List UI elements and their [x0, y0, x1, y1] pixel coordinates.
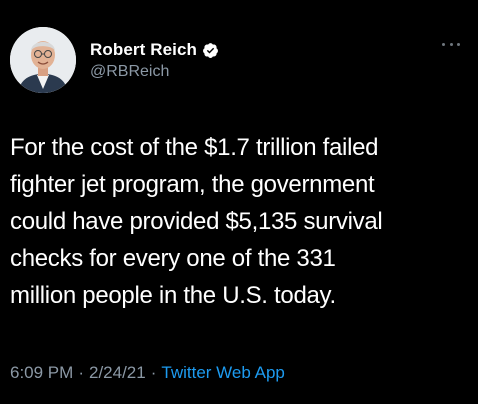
- more-dot: [442, 42, 445, 46]
- tweet-source-app[interactable]: Twitter Web App: [161, 363, 284, 383]
- author-display-name[interactable]: Robert Reich: [90, 40, 197, 60]
- more-options-icon[interactable]: [442, 41, 460, 47]
- author-name-row: Robert Reich: [90, 39, 219, 61]
- tweet-text-line: could have provided $5,135 survival: [10, 208, 383, 235]
- tweet-date[interactable]: 2/24/21: [89, 363, 146, 383]
- tweet-metadata: 6:09 PM · 2/24/21 · Twitter Web App: [10, 363, 285, 383]
- more-dot: [457, 42, 460, 46]
- author-handle[interactable]: @RBReich: [90, 63, 219, 81]
- tweet-time[interactable]: 6:09 PM: [10, 363, 73, 383]
- meta-separator: ·: [78, 363, 84, 382]
- tweet-header: Robert Reich @RBReich: [10, 27, 468, 97]
- author-avatar[interactable]: [10, 27, 76, 93]
- tweet-text-line: For the cost of the $1.7 trillion failed: [10, 134, 379, 161]
- avatar-portrait-icon: [10, 27, 76, 93]
- verified-badge-icon: [202, 42, 219, 59]
- tweet-text-line: checks for every one of the 331: [10, 245, 336, 272]
- author-info: Robert Reich @RBReich: [90, 39, 219, 81]
- tweet-text-line: fighter jet program, the government: [10, 171, 375, 198]
- tweet-text-line: million people in the U.S. today.: [10, 282, 336, 309]
- meta-separator: ·: [150, 363, 157, 382]
- more-dot: [449, 42, 453, 46]
- tweet-card: Robert Reich @RBReich For the cost of th…: [0, 0, 478, 404]
- tweet-text: For the cost of the $1.7 trillion failed…: [10, 129, 470, 314]
